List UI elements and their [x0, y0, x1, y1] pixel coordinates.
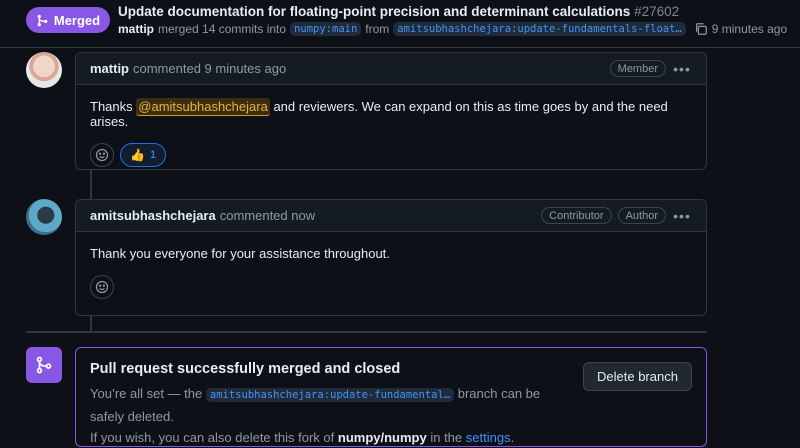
- smiley-icon: [95, 148, 109, 162]
- comment-author[interactable]: amitsubhashchejara: [90, 208, 216, 223]
- merged-status-label: Merged: [53, 12, 101, 28]
- merge-text-part: You’re all set — the: [90, 386, 203, 401]
- user-mention[interactable]: @amitsubhashchejara: [136, 98, 270, 116]
- timeline-divider: [26, 331, 707, 333]
- comment-text-prefix: Thanks: [90, 99, 133, 114]
- merge-status-title: Pull request successfully merged and clo…: [90, 361, 401, 377]
- settings-link[interactable]: settings: [466, 430, 511, 445]
- reaction-count: 1: [149, 149, 157, 161]
- kebab-horizontal-icon[interactable]: •••: [672, 61, 692, 77]
- pr-meta: mattip merged 14 commits into numpy:main…: [118, 22, 787, 36]
- kebab-horizontal-icon[interactable]: •••: [672, 208, 692, 224]
- comment-header: mattip commented 9 minutes ago Member ••…: [76, 53, 706, 85]
- add-reaction-button[interactable]: [90, 143, 114, 167]
- thumbs-up-icon: 👍: [130, 148, 145, 162]
- git-merge-icon: [37, 14, 48, 26]
- merged-branch[interactable]: amitsubhashchejara:update-fundamental…: [205, 388, 455, 402]
- pr-header: Merged Update documentation for floating…: [0, 0, 800, 48]
- head-branch[interactable]: amitsubhashchejara:update-fundamentals-f…: [393, 22, 686, 36]
- reactions-bar: [76, 261, 706, 311]
- smiley-icon: [95, 280, 109, 294]
- comment-body: Thank you everyone for your assistance t…: [76, 232, 706, 261]
- merge-summary-text: merged 14 commits into: [158, 22, 287, 36]
- merger-link[interactable]: mattip: [118, 22, 154, 36]
- base-branch[interactable]: numpy:main: [290, 22, 362, 36]
- role-badges: Contributor Author •••: [541, 207, 692, 224]
- avatar-amitsubhashchejara[interactable]: [26, 199, 62, 235]
- avatar-mattip[interactable]: [26, 52, 62, 88]
- merge-from-text: from: [365, 22, 390, 36]
- pr-number: #27602: [634, 4, 680, 19]
- merge-time: 9 minutes ago: [711, 22, 788, 36]
- add-reaction-button[interactable]: [90, 275, 114, 299]
- comment-author[interactable]: mattip: [90, 61, 129, 76]
- contributor-badge: Contributor: [541, 207, 612, 224]
- comment-header: amitsubhashchejara commented now Contrib…: [76, 200, 706, 232]
- pr-title-text: Update documentation for floating-point …: [118, 4, 631, 19]
- comment-mattip: mattip commented 9 minutes ago Member ••…: [75, 52, 707, 170]
- merge-status-box: Pull request successfully merged and clo…: [75, 347, 707, 447]
- merged-status-badge: Merged: [26, 7, 110, 33]
- reactions-bar: 👍 1: [76, 129, 706, 179]
- timeline-line: [90, 316, 92, 331]
- merge-status-text: You’re all set — the amitsubhashchejara:…: [90, 383, 550, 448]
- delete-branch-button[interactable]: Delete branch: [583, 362, 692, 391]
- git-merge-icon: [36, 356, 52, 374]
- role-badges: Member •••: [609, 60, 692, 77]
- comment-timestamp[interactable]: commented now: [220, 208, 315, 223]
- merge-text-part: .: [510, 430, 515, 445]
- member-badge: Member: [609, 60, 666, 77]
- merge-text-part: If you wish, you can also delete this fo…: [90, 430, 335, 445]
- author-badge: Author: [617, 207, 666, 224]
- repo-name: numpy/numpy: [337, 430, 427, 445]
- comment-text: Thank you everyone for your assistance t…: [90, 246, 390, 261]
- comment-timestamp[interactable]: commented 9 minutes ago: [133, 61, 286, 76]
- pr-title: Update documentation for floating-point …: [118, 4, 679, 19]
- copy-icon[interactable]: [694, 22, 708, 36]
- merge-text-part: in the: [430, 430, 463, 445]
- comment-body: Thanks @amitsubhashchejara and reviewers…: [76, 85, 706, 129]
- comment-amitsubhashchejara: amitsubhashchejara commented now Contrib…: [75, 199, 707, 316]
- merge-status-icon: [26, 347, 62, 383]
- thumbs-up-reaction[interactable]: 👍 1: [120, 143, 167, 167]
